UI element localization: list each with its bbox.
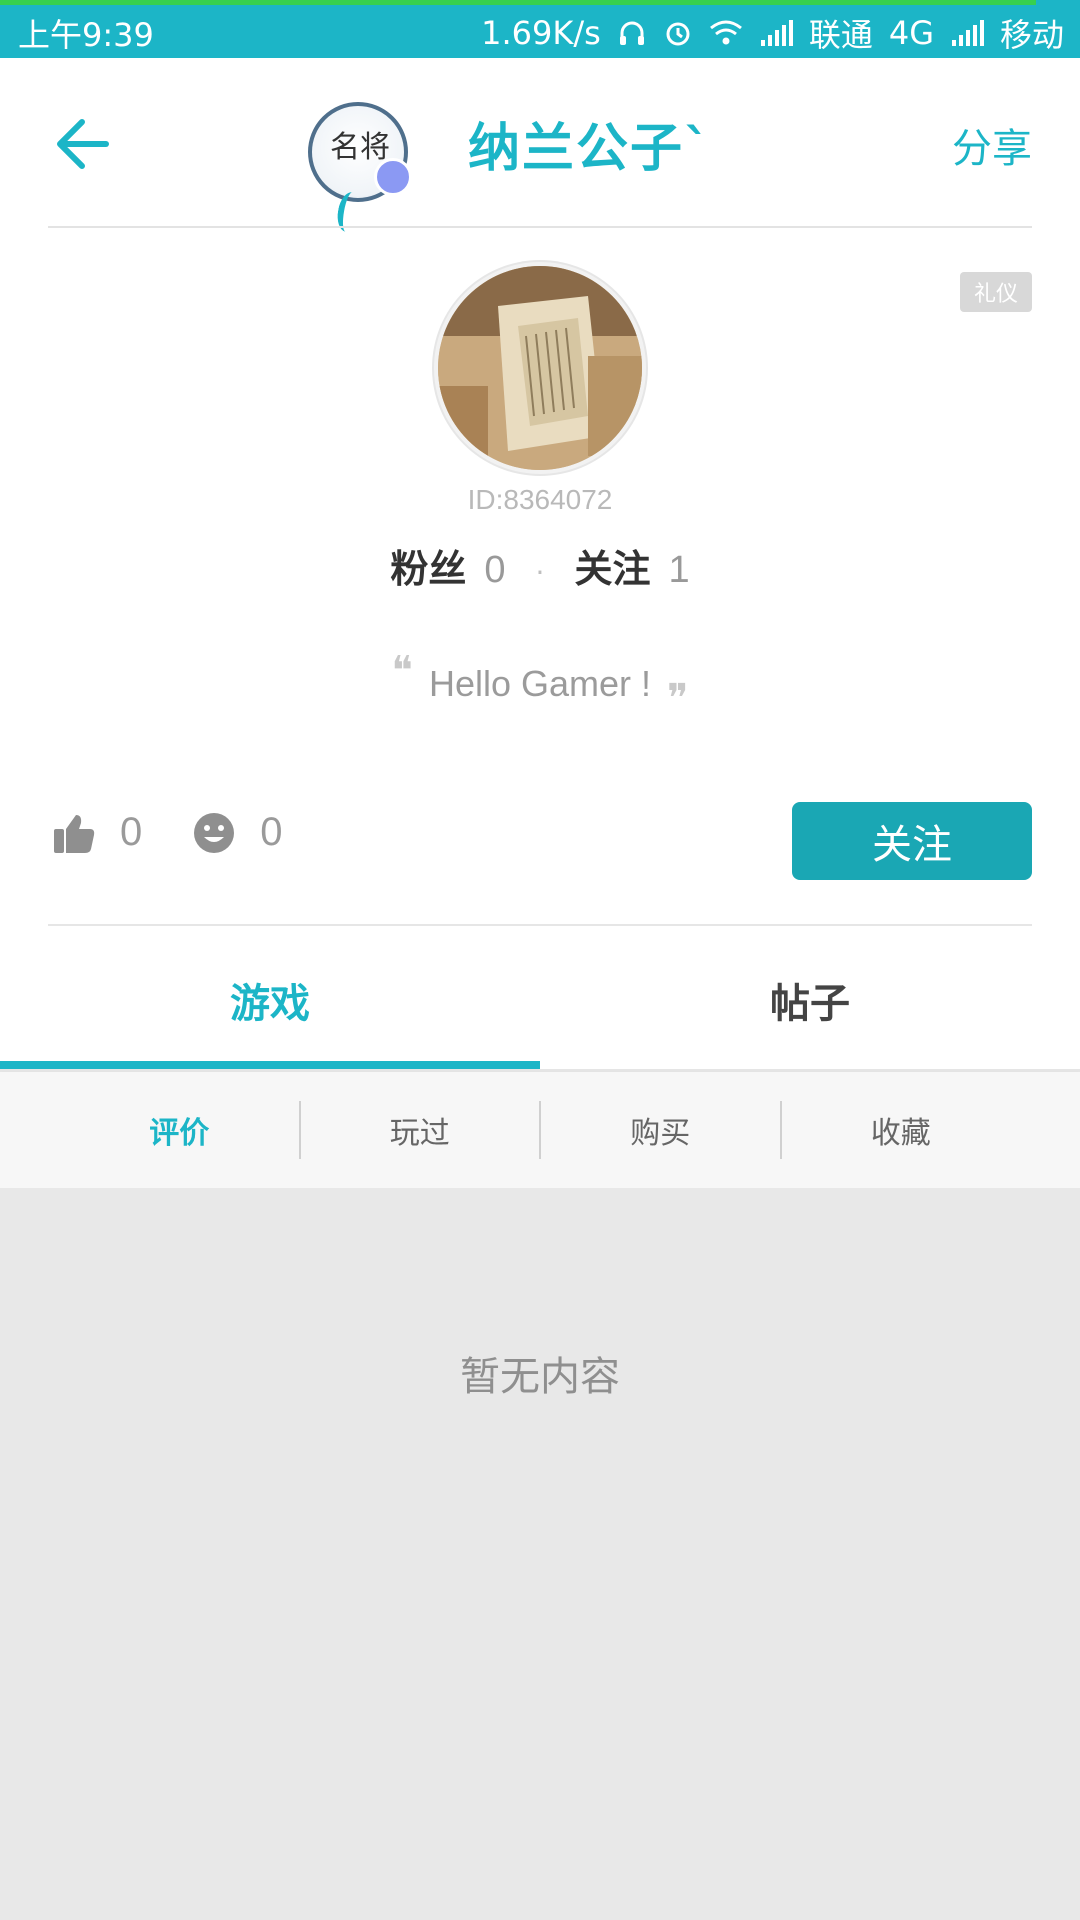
user-dot-icon <box>374 158 412 196</box>
section-divider <box>48 924 1032 926</box>
status-bar: 上午9:39 1.69K/s 联通 4G 移动 <box>0 0 1080 58</box>
alarm-icon <box>666 22 690 46</box>
smile-count: 0 <box>260 810 283 854</box>
avatar-image <box>438 266 642 470</box>
tab-games[interactable]: 游戏 <box>0 930 540 1070</box>
network-speed: 1.69K/s <box>481 14 601 52</box>
signature: ❝ Hello Gamer ! ❞ <box>0 648 1080 722</box>
follow-button[interactable]: 关注 <box>792 802 1032 880</box>
subtab-favorites[interactable]: 收藏 <box>779 1101 1021 1159</box>
fans-label[interactable]: 粉丝 <box>390 538 466 593</box>
signature-text: Hello Gamer ! <box>428 663 652 704</box>
main-tabs: 游戏 帖子 <box>0 930 1080 1070</box>
following-count[interactable]: 1 <box>668 549 689 592</box>
quote-open-icon: ❝ <box>391 648 413 694</box>
avatar[interactable] <box>434 262 646 474</box>
medal-badge-icon[interactable]: 名将 <box>308 102 412 234</box>
page-title: 纳兰公子` <box>468 119 713 179</box>
fans-count[interactable]: 0 <box>484 549 505 592</box>
stats-separator: · <box>535 556 545 589</box>
active-tab-indicator <box>0 1061 540 1069</box>
sub-tabs: 评价 玩过 购买 收藏 <box>0 1072 1080 1188</box>
carrier-1: 联通 <box>808 16 873 54</box>
status-icons: 1.69K/s 联通 4G 移动 <box>481 10 1064 56</box>
content-area: 暂无内容 <box>0 1188 1080 1920</box>
share-button[interactable]: 分享 <box>952 116 1032 174</box>
back-button[interactable] <box>54 116 114 172</box>
likes-count: 0 <box>120 810 143 854</box>
arrow-left-icon <box>57 119 109 169</box>
app-header: 名将 纳兰公子` 分享 <box>0 58 1080 234</box>
follow-stats: 粉丝 0 · 关注 1 <box>0 538 1080 593</box>
smile-icon[interactable] <box>192 811 236 855</box>
tab-posts[interactable]: 帖子 <box>540 930 1080 1070</box>
header-divider <box>48 226 1032 228</box>
signal-icon <box>760 20 793 46</box>
subtab-played[interactable]: 玩过 <box>298 1101 540 1159</box>
subtab-purchased[interactable]: 购买 <box>539 1101 780 1159</box>
medal-text: 名将 <box>330 130 390 165</box>
following-label[interactable]: 关注 <box>574 538 650 593</box>
status-time: 上午9:39 <box>18 16 154 54</box>
tag-badge: 礼仪 <box>960 272 1032 312</box>
carrier-2: 移动 <box>999 16 1064 54</box>
thumbs-up-icon[interactable] <box>52 811 96 855</box>
empty-state-text: 暂无内容 <box>460 1354 620 1400</box>
network-type: 4G <box>888 14 934 52</box>
headphones-icon <box>619 21 644 45</box>
signal-icon-2 <box>951 20 984 46</box>
user-id: ID:8364072 <box>467 484 613 515</box>
wifi-icon <box>709 20 742 45</box>
subtab-reviews[interactable]: 评价 <box>60 1101 299 1159</box>
reactions-row: 0 0 <box>52 810 333 855</box>
quote-close-icon: ❞ <box>667 676 689 722</box>
progress-line <box>0 0 1036 5</box>
